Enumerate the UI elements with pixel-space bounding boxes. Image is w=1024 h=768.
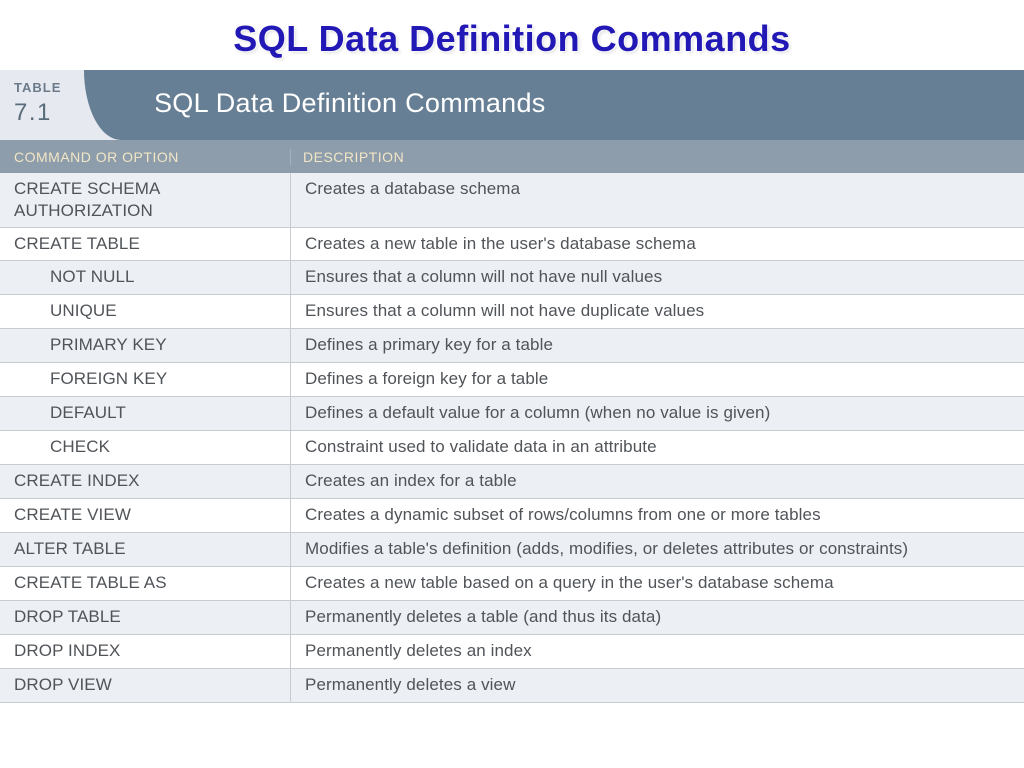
table-header-bar: TABLE 7.1 SQL Data Definition Commands	[0, 70, 1024, 140]
cell-command: CREATE VIEW	[0, 499, 290, 532]
cell-command: DROP INDEX	[0, 635, 290, 668]
cell-description: Creates a new table in the user's databa…	[290, 228, 1024, 261]
table-row: CREATE TABLECreates a new table in the u…	[0, 228, 1024, 262]
cell-command: DROP VIEW	[0, 669, 290, 702]
cell-command: DROP TABLE	[0, 601, 290, 634]
cell-command: NOT NULL	[0, 261, 290, 294]
cell-description: Creates a database schema	[290, 173, 1024, 227]
cell-command: CHECK	[0, 431, 290, 464]
table-tag: TABLE 7.1	[0, 70, 120, 140]
table-row: CREATE SCHEMA AUTHORIZATIONCreates a dat…	[0, 173, 1024, 228]
column-header-command: COMMAND OR OPTION	[0, 149, 290, 165]
cell-description: Permanently deletes an index	[290, 635, 1024, 668]
table-row: DROP VIEWPermanently deletes a view	[0, 669, 1024, 703]
cell-command: CREATE SCHEMA AUTHORIZATION	[0, 173, 290, 227]
table-row: CHECKConstraint used to validate data in…	[0, 431, 1024, 465]
cell-command: DEFAULT	[0, 397, 290, 430]
cell-description: Creates a dynamic subset of rows/columns…	[290, 499, 1024, 532]
cell-command: ALTER TABLE	[0, 533, 290, 566]
cell-description: Ensures that a column will not have null…	[290, 261, 1024, 294]
table-row: FOREIGN KEYDefines a foreign key for a t…	[0, 363, 1024, 397]
table-tag-label: TABLE	[14, 80, 106, 95]
cell-description: Permanently deletes a view	[290, 669, 1024, 702]
cell-command: UNIQUE	[0, 295, 290, 328]
cell-description: Ensures that a column will not have dupl…	[290, 295, 1024, 328]
cell-description: Defines a default value for a column (wh…	[290, 397, 1024, 430]
cell-command: FOREIGN KEY	[0, 363, 290, 396]
cell-description: Defines a primary key for a table	[290, 329, 1024, 362]
table-tag-number: 7.1	[14, 99, 106, 127]
table-container: TABLE 7.1 SQL Data Definition Commands C…	[0, 70, 1024, 703]
table-row: PRIMARY KEYDefines a primary key for a t…	[0, 329, 1024, 363]
column-header-description: DESCRIPTION	[290, 149, 1024, 165]
table-row: DROP TABLEPermanently deletes a table (a…	[0, 601, 1024, 635]
table-title: SQL Data Definition Commands	[120, 70, 580, 140]
table-row: CREATE INDEXCreates an index for a table	[0, 465, 1024, 499]
cell-description: Creates a new table based on a query in …	[290, 567, 1024, 600]
table-row: CREATE VIEWCreates a dynamic subset of r…	[0, 499, 1024, 533]
table-row: CREATE TABLE ASCreates a new table based…	[0, 567, 1024, 601]
table-row: UNIQUEEnsures that a column will not hav…	[0, 295, 1024, 329]
cell-description: Permanently deletes a table (and thus it…	[290, 601, 1024, 634]
table-body: CREATE SCHEMA AUTHORIZATIONCreates a dat…	[0, 173, 1024, 703]
cell-command: CREATE INDEX	[0, 465, 290, 498]
table-row: ALTER TABLEModifies a table's definition…	[0, 533, 1024, 567]
cell-command: PRIMARY KEY	[0, 329, 290, 362]
cell-command: CREATE TABLE AS	[0, 567, 290, 600]
table-column-header-row: COMMAND OR OPTION DESCRIPTION	[0, 140, 1024, 173]
cell-description: Creates an index for a table	[290, 465, 1024, 498]
table-row: DEFAULTDefines a default value for a col…	[0, 397, 1024, 431]
table-row: NOT NULLEnsures that a column will not h…	[0, 261, 1024, 295]
table-row: DROP INDEXPermanently deletes an index	[0, 635, 1024, 669]
cell-description: Modifies a table's definition (adds, mod…	[290, 533, 1024, 566]
cell-description: Constraint used to validate data in an a…	[290, 431, 1024, 464]
page-title: SQL Data Definition Commands	[0, 0, 1024, 70]
cell-command: CREATE TABLE	[0, 228, 290, 261]
cell-description: Defines a foreign key for a table	[290, 363, 1024, 396]
